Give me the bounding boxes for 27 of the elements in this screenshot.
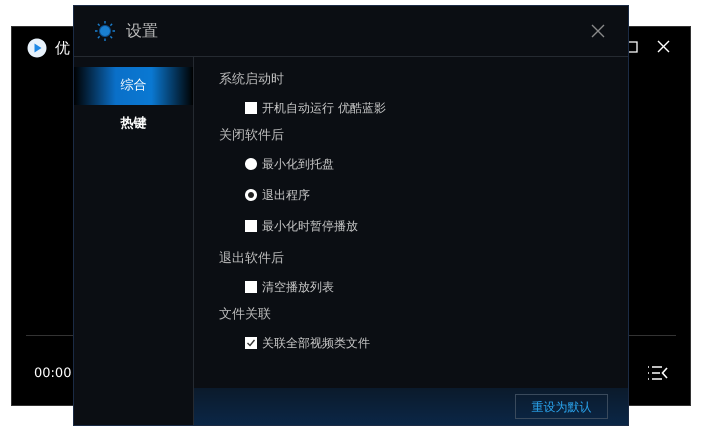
section-heading: 文件关联	[219, 306, 272, 324]
playlist-icon[interactable]	[647, 365, 668, 381]
option-label: 最小化到托盘	[262, 156, 334, 172]
section-heading: 系统启动时	[219, 70, 285, 89]
player-title: 优	[55, 38, 70, 59]
section-heading: 退出软件后	[219, 250, 285, 268]
radio-button[interactable]	[245, 188, 257, 200]
sun-icon	[94, 20, 116, 42]
option-label: 清空播放列表	[262, 278, 334, 296]
play-logo-icon	[27, 38, 47, 58]
option-label: 退出程序	[262, 186, 310, 204]
checkbox[interactable]	[245, 336, 257, 348]
checkbox[interactable]	[245, 102, 257, 114]
checkbox[interactable]	[245, 220, 257, 232]
reset-button[interactable]: 重设为默认	[515, 394, 608, 419]
check-icon	[246, 338, 256, 348]
option-label: 开机自动运行 优酷蓝影	[262, 100, 386, 116]
dialog-title: 设置	[126, 20, 158, 42]
maximize-icon	[629, 41, 638, 53]
checkbox[interactable]	[245, 280, 257, 292]
radio-button[interactable]	[245, 158, 257, 170]
section-heading: 关闭软件后	[219, 126, 285, 145]
time-label: 00:00	[34, 365, 72, 383]
option-label: 关联全部视频类文件	[262, 334, 370, 352]
sidebar-tab[interactable]: 综合	[74, 67, 193, 105]
option-label: 最小化时暂停播放	[262, 218, 358, 234]
sidebar-tab[interactable]: 热键	[74, 105, 193, 143]
